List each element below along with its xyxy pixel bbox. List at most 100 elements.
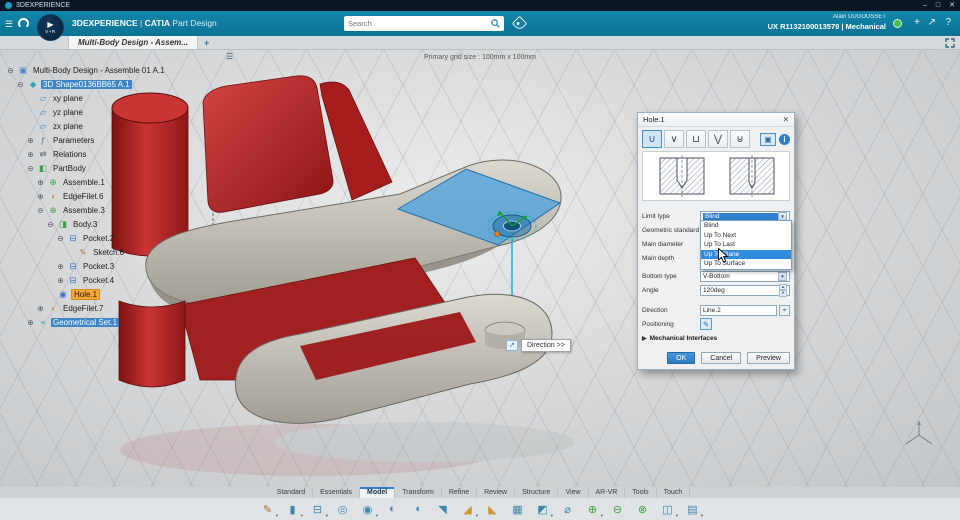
action-tab-essentials[interactable]: Essentials: [313, 487, 360, 498]
thread-icon[interactable]: ⌀: [557, 500, 578, 519]
edge-fillet-icon[interactable]: ◢ ▾: [457, 500, 478, 519]
dropdown-option-up-to-last[interactable]: Up To Last: [701, 240, 791, 250]
dropdown-arrow-icon[interactable]: ▾: [701, 513, 703, 519]
tree-item-parameters[interactable]: ⊕ ƒ Parameters: [6, 133, 167, 147]
blind-hole-button[interactable]: ∪: [642, 130, 662, 148]
app-menu-icon[interactable]: ☰: [5, 19, 13, 30]
tree-item-yz-plane[interactable]: ▱ yz plane: [6, 105, 167, 119]
action-tab-review[interactable]: Review: [477, 487, 516, 498]
preview-button[interactable]: Preview: [747, 352, 790, 364]
dropdown-option-up-to-next[interactable]: Up To Next: [701, 231, 791, 241]
expand-icon[interactable]: ⊕: [36, 304, 45, 313]
boolean-add-icon[interactable]: ⊕ ▾: [582, 500, 603, 519]
dropdown-arrow-icon[interactable]: ▾: [601, 513, 603, 519]
expand-icon[interactable]: ⊕: [56, 276, 65, 285]
tapered-hole-button[interactable]: ∨: [664, 130, 684, 148]
draft-icon[interactable]: ◩ ▾: [532, 500, 553, 519]
tree-item-zx-plane[interactable]: ▱ zx plane: [6, 119, 167, 133]
direction-tooltip[interactable]: Direction >>: [521, 339, 571, 352]
document-tab[interactable]: Multi-Body Design - Assem...: [68, 36, 198, 49]
tree-item-multi-body-design-assemble-01-a-1[interactable]: ⊖ ▣ Multi-Body Design - Assemble 01 A.1: [6, 63, 167, 77]
counterdrilled-hole-button[interactable]: ⊎: [730, 130, 750, 148]
tree-item-assemble-1[interactable]: ⊕ ⊕ Assemble.1: [6, 175, 167, 189]
dropdown-arrow-icon[interactable]: ▾: [476, 513, 478, 519]
tree-item-edgefilet-7[interactable]: ⊕ ◖ EdgeFilet.7: [6, 301, 167, 315]
expand-arrow-icon[interactable]: ▶: [642, 335, 647, 342]
dropdown-arrow-icon[interactable]: ▾: [326, 513, 328, 519]
expand-view-icon[interactable]: [945, 38, 955, 48]
action-tab-refine[interactable]: Refine: [442, 487, 478, 498]
manipulator-dot[interactable]: [494, 231, 500, 237]
action-tab-transform[interactable]: Transform: [395, 487, 442, 498]
collapse-icon[interactable]: ⊖: [56, 234, 65, 243]
ok-button[interactable]: OK: [667, 352, 696, 364]
tree-item-partbody[interactable]: ⊖ ◧ PartBody: [6, 161, 167, 175]
collapse-icon[interactable]: ⊖: [6, 66, 15, 75]
search-icon[interactable]: [491, 19, 500, 28]
collapse-icon[interactable]: ⊖: [36, 206, 45, 215]
sketch-icon[interactable]: ✎ ▾: [257, 500, 278, 519]
tree-item-body-3[interactable]: ⊖ ◨ Body.3: [6, 217, 167, 231]
action-tab-tools[interactable]: Tools: [625, 487, 657, 498]
expand-icon[interactable]: ⊕: [26, 150, 35, 159]
tree-item-hole-1[interactable]: ◉ Hole.1: [6, 287, 167, 301]
close-button[interactable]: ✕: [949, 0, 955, 11]
tree-item-edgefilet-6[interactable]: ⊕ ◖ EdgeFilet.6: [6, 189, 167, 203]
preview-display-icon[interactable]: ▣: [760, 132, 776, 146]
maximize-button[interactable]: □: [936, 0, 940, 11]
pocket-icon[interactable]: ⊟ ▾: [307, 500, 328, 519]
collapse-icon[interactable]: ⊖: [46, 220, 55, 229]
hole-icon[interactable]: ◉ ▾: [357, 500, 378, 519]
rib-icon[interactable]: ◖: [407, 500, 428, 519]
close-icon[interactable]: ✕: [783, 115, 789, 124]
pad-icon[interactable]: ▮ ▾: [282, 500, 303, 519]
cancel-button[interactable]: Cancel: [701, 352, 742, 364]
tag-icon[interactable]: [511, 15, 528, 32]
share-icon[interactable]: ↗: [928, 17, 936, 28]
action-tab-touch[interactable]: Touch: [657, 487, 691, 498]
dropdown-arrow-icon[interactable]: ▾: [551, 513, 553, 519]
search-input[interactable]: [348, 19, 487, 28]
mirror-icon[interactable]: ◫ ▾: [657, 500, 678, 519]
dropdown-arrow-icon[interactable]: ▾: [276, 513, 278, 519]
action-tab-view[interactable]: View: [558, 487, 589, 498]
positioning-sketch-icon[interactable]: ✎: [700, 318, 712, 330]
info-icon[interactable]: i: [779, 133, 790, 145]
dropdown-arrow-icon[interactable]: ▾: [676, 513, 678, 519]
angle-input[interactable]: 120deg ▲ ▼: [700, 283, 790, 297]
dropdown-option-blind[interactable]: Blind: [701, 221, 791, 231]
tree-item-3d-shape0136bb65-a-1[interactable]: ⊖ ◆ 3D Shape0136BB65 A.1: [6, 77, 167, 91]
pattern-icon[interactable]: ▤ ▾: [682, 500, 703, 519]
boolean-intersect-icon[interactable]: ⊗: [632, 500, 653, 519]
direction-input[interactable]: Line.2: [700, 304, 777, 316]
dropdown-option-up-to-surface[interactable]: Up To Surface: [701, 259, 791, 269]
expand-icon[interactable]: ⊕: [36, 192, 45, 201]
stiffener-icon[interactable]: ◥: [432, 500, 453, 519]
dropdown-arrow-icon[interactable]: ▾: [376, 513, 378, 519]
bottom-type-select[interactable]: V-Bottom ▼: [700, 270, 790, 282]
tree-item-sketch-6[interactable]: ✎ Sketch.6: [6, 245, 167, 259]
action-tab-structure[interactable]: Structure: [515, 487, 559, 498]
action-tab-model[interactable]: Model: [360, 487, 396, 498]
search-bar[interactable]: [344, 16, 504, 31]
boolean-remove-icon[interactable]: ⊖: [607, 500, 628, 519]
direction-handle-icon[interactable]: ↗: [506, 340, 518, 351]
groove-icon[interactable]: ◐: [382, 500, 403, 519]
tree-item-geometrical-set-1[interactable]: ⊕ ⌖ Geometrical Set.1: [6, 315, 167, 329]
user-block[interactable]: Alain DUGOUSSET UX R1132100013579 | Mech…: [768, 14, 886, 31]
tree-item-relations[interactable]: ⊕ ⇄ Relations: [6, 147, 167, 161]
dropdown-option-up-to-plane[interactable]: Up To Plane: [701, 249, 791, 259]
tree-item-pocket-3[interactable]: ⊕ ⊟ Pocket.3: [6, 259, 167, 273]
action-tab-standard[interactable]: Standard: [270, 487, 314, 498]
shaft-icon[interactable]: ◎: [332, 500, 353, 519]
chevron-down-icon[interactable]: ▼: [778, 271, 787, 281]
collapse-icon[interactable]: ⊖: [26, 164, 35, 173]
axis-triad-icon[interactable]: [902, 419, 936, 449]
direction-selector-icon[interactable]: ⌖: [779, 304, 790, 316]
minimize-button[interactable]: –: [923, 0, 927, 11]
collapse-icon[interactable]: ⊖: [16, 80, 25, 89]
add-icon[interactable]: +: [914, 17, 920, 28]
action-tab-ar-vr[interactable]: AR-VR: [589, 487, 626, 498]
tree-item-pocket-2[interactable]: ⊖ ⊟ Pocket.2: [6, 231, 167, 245]
new-tab-button[interactable]: +: [198, 36, 215, 49]
